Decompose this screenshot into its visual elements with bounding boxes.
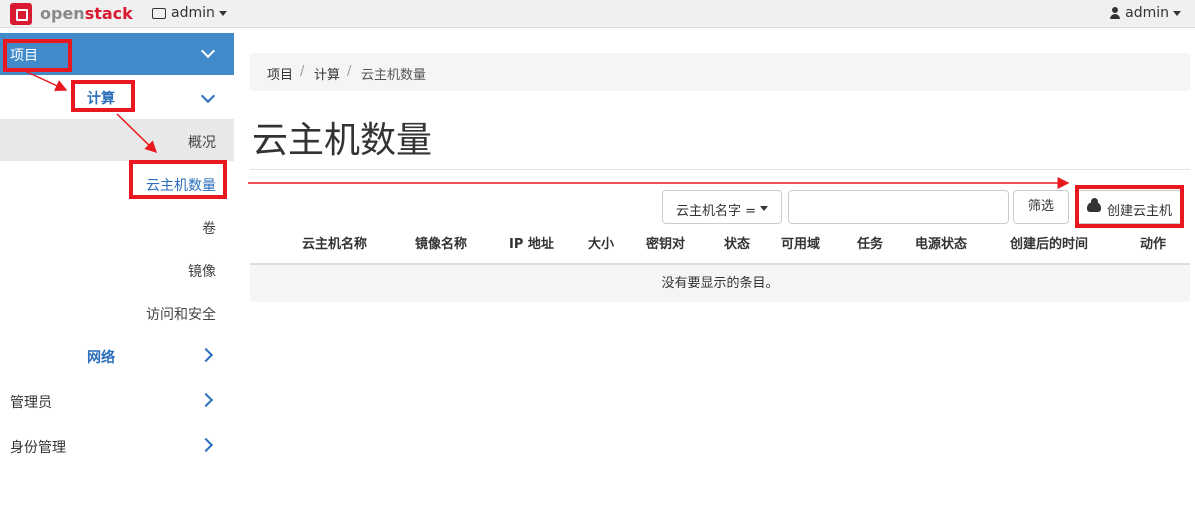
breadcrumb-separator: /: [347, 64, 352, 79]
table-header[interactable]: 创建后的时间: [1010, 233, 1088, 252]
cloud-upload-icon: [1087, 198, 1101, 212]
table-header[interactable]: 状态: [724, 233, 750, 252]
chevron-down-icon: [200, 43, 216, 59]
openstack-logo-icon[interactable]: [10, 3, 32, 25]
filter-button[interactable]: 筛选: [1013, 190, 1069, 224]
table-header[interactable]: 大小: [588, 233, 614, 252]
table-header[interactable]: 密钥对: [646, 233, 685, 252]
breadcrumb-current: 云主机数量: [361, 68, 427, 83]
breadcrumb-item[interactable]: 计算: [314, 64, 340, 83]
table-header: 动作: [1140, 237, 1167, 252]
project-label: admin: [171, 5, 215, 21]
top-navbar: openstack admin admin: [0, 0, 1195, 28]
divider: [250, 169, 1190, 170]
sidebar-item-volumes[interactable]: 卷: [202, 218, 216, 238]
table-header[interactable]: 电源状态: [915, 233, 967, 252]
chevron-down-icon: [200, 88, 216, 104]
sidebar-item-project[interactable]: 项目: [0, 33, 234, 75]
breadcrumb-separator: /: [300, 64, 305, 79]
chevron-right-icon: [198, 437, 214, 453]
table-header[interactable]: 任务: [857, 233, 883, 252]
sidebar-item-access-security[interactable]: 访问和安全: [146, 304, 216, 324]
launch-instance-button[interactable]: 创建云主机: [1076, 190, 1182, 224]
page-title: 云主机数量: [252, 120, 433, 161]
project-icon: [152, 7, 166, 19]
sidebar-item-network[interactable]: 网络: [87, 347, 115, 367]
caret-down-icon: [1173, 10, 1181, 16]
breadcrumb: 项目 / 计算 / 云主机数量: [250, 53, 1190, 91]
sidebar-item-instances[interactable]: 云主机数量: [146, 175, 216, 195]
sidebar-item-identity[interactable]: 身份管理: [10, 437, 66, 457]
sidebar-item-overview[interactable]: 概况: [188, 132, 216, 152]
sidebar: 项目 计算 概况 云主机数量 卷 镜像 访问和安全 网络 管理员 身份管理: [0, 33, 234, 517]
sidebar-item-compute[interactable]: 计算: [87, 88, 115, 108]
breadcrumb-item[interactable]: 项目: [267, 64, 293, 83]
filter-field-select[interactable]: 云主机名字 =: [662, 190, 782, 224]
chevron-right-icon: [198, 392, 214, 408]
table-header[interactable]: 可用域: [781, 233, 820, 252]
table-empty-row: 没有要显示的条目。: [250, 265, 1190, 302]
user-icon: [1110, 7, 1121, 19]
filter-input[interactable]: [788, 190, 1009, 224]
table-header[interactable]: 镜像名称: [415, 233, 467, 252]
table-header[interactable]: 云主机名称: [302, 233, 367, 252]
sidebar-item-images[interactable]: 镜像: [188, 261, 216, 281]
caret-down-icon: [218, 10, 227, 16]
project-dropdown[interactable]: admin: [152, 5, 227, 21]
user-label: admin: [1125, 5, 1169, 21]
caret-down-icon: [760, 206, 768, 211]
user-dropdown[interactable]: admin: [1110, 5, 1181, 21]
sidebar-item-label: 项目: [10, 48, 38, 64]
chevron-right-icon: [198, 347, 214, 363]
table-header[interactable]: IP 地址: [509, 233, 554, 252]
sidebar-item-admin[interactable]: 管理员: [10, 392, 52, 412]
brand-logo-text[interactable]: openstack: [40, 4, 133, 23]
